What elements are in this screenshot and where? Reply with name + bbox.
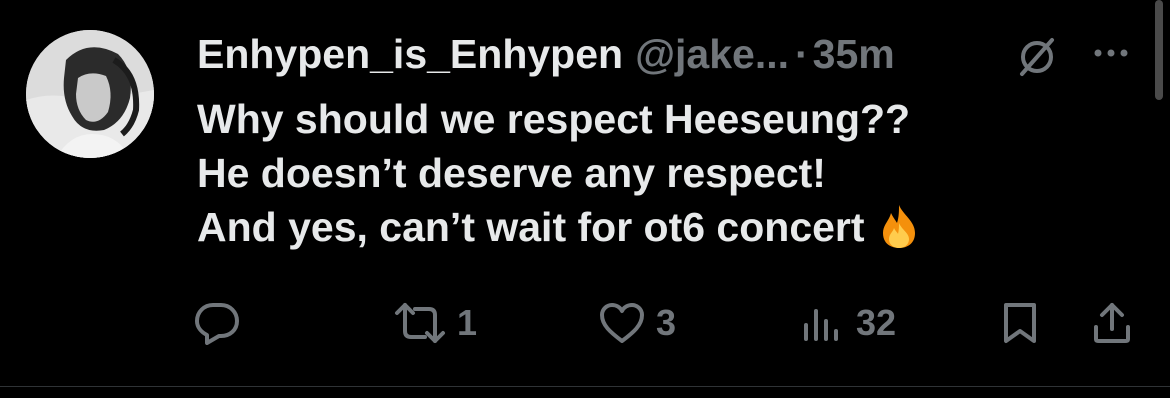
header-separator: · xyxy=(795,30,809,77)
profile-photo-icon xyxy=(26,30,154,158)
author-display-name[interactable]: Enhypen_is_Enhypen xyxy=(197,31,623,78)
reply-icon xyxy=(195,303,239,345)
repost-icon xyxy=(395,303,445,343)
more-options-icon[interactable] xyxy=(1093,46,1129,60)
grok-icon[interactable] xyxy=(1014,34,1060,80)
reply-button[interactable] xyxy=(193,301,241,345)
share-icon xyxy=(1094,303,1130,343)
like-button[interactable]: 3 xyxy=(598,301,676,345)
tweet-text-line: Why should we respect Heeseung?? xyxy=(197,96,911,142)
bookmark-icon xyxy=(1004,303,1036,343)
bookmark-button[interactable] xyxy=(1000,301,1040,345)
repost-button[interactable]: 1 xyxy=(393,301,477,345)
tweet-text-line-content: And yes, can’t wait for ot6 concert xyxy=(197,204,865,250)
views-count: 32 xyxy=(856,302,897,343)
like-count: 3 xyxy=(656,302,677,343)
views-icon xyxy=(804,309,838,341)
tweet-text: Why should we respect Heeseung?? He does… xyxy=(197,92,1117,254)
tweet-text-line: He doesn’t deserve any respect! xyxy=(197,150,826,196)
action-bar: 1 3 32 xyxy=(0,295,1170,355)
tweet-header: Enhypen_is_Enhypen @jake... · 35m xyxy=(197,26,895,82)
avatar[interactable] xyxy=(26,30,154,158)
author-handle[interactable]: @jake... xyxy=(635,31,789,78)
divider xyxy=(0,386,1170,387)
fire-emoji-icon xyxy=(882,205,915,248)
share-button[interactable] xyxy=(1090,301,1134,345)
views-button[interactable]: 32 xyxy=(800,301,896,345)
tweet[interactable]: Enhypen_is_Enhypen @jake... · 35m Why sh… xyxy=(0,0,1170,398)
tweet-text-line: And yes, can’t wait for ot6 concert xyxy=(197,200,1117,254)
scrollbar[interactable] xyxy=(1155,0,1163,100)
repost-count: 1 xyxy=(457,302,478,343)
timestamp[interactable]: 35m xyxy=(813,31,895,78)
heart-icon xyxy=(600,303,644,343)
